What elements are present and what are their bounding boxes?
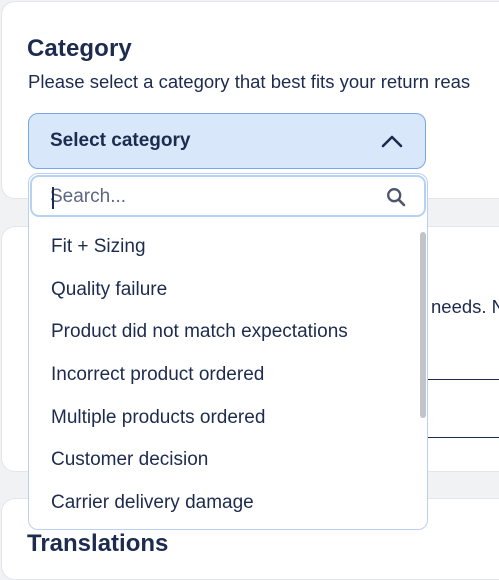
category-option[interactable]: Customer decision [29,439,417,482]
category-description: Please select a category that best fits … [28,71,471,92]
dropdown-scrollbar[interactable] [420,232,426,418]
category-options-list: Fit + Sizing Quality failure Product did… [29,226,417,525]
text-cursor [52,187,54,209]
category-option[interactable]: Incorrect product ordered [29,354,417,397]
category-title: Category [27,35,132,62]
category-option[interactable]: Multiple products ordered [29,397,417,440]
translations-title: Translations [27,530,169,557]
background-partial-text: needs. N [431,296,499,317]
chevron-up-icon [381,135,403,148]
category-option[interactable]: Fit + Sizing [29,226,417,269]
category-select-label: Select category [50,130,191,151]
category-option[interactable]: Quality failure [29,269,417,312]
search-box [30,175,426,217]
category-select[interactable]: Select category [28,113,426,169]
field-divider [428,437,499,438]
search-icon [387,188,406,207]
category-option[interactable]: Product did not match expectations [29,311,417,354]
category-card [1,1,499,199]
category-dropdown: Fit + Sizing Quality failure Product did… [28,173,428,530]
search-input[interactable] [50,185,370,209]
category-option[interactable]: Carrier delivery damage [29,482,417,525]
field-divider [428,379,499,380]
